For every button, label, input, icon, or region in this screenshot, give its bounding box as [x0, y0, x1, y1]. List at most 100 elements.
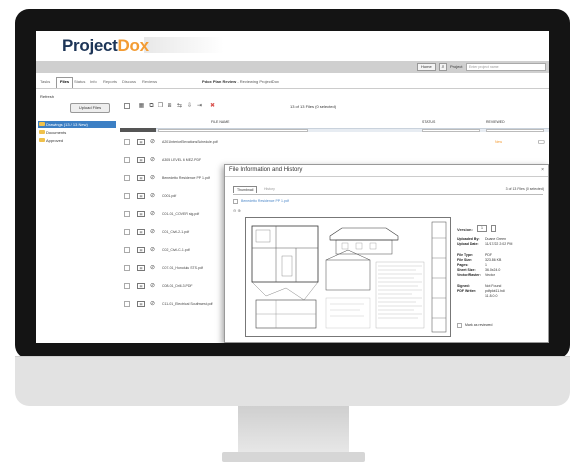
file-name[interactable]: C01_Civil-2-1.pdf — [162, 230, 189, 234]
copy-icon[interactable]: ⧉ — [148, 103, 155, 110]
thumbnail-icon[interactable]: ▤ — [137, 211, 145, 217]
file-name[interactable]: A305 LEVEL 6 MEZ.PDF — [162, 158, 201, 162]
meta-row: Vector/Raster: Vector — [457, 273, 495, 277]
filter-bar — [156, 128, 549, 132]
thumbnail-icon[interactable]: ▤ — [137, 139, 145, 145]
row-checkbox[interactable] — [124, 211, 130, 217]
upload-files-button[interactable]: Upload Files — [70, 103, 110, 113]
file-name[interactable]: C01-01_COVER sig.pdf — [162, 212, 199, 216]
monitor-base — [222, 452, 365, 462]
reviewed-filter[interactable] — [486, 129, 544, 132]
thumbnail-view-icon[interactable]: ▦ — [138, 103, 145, 110]
paperclip-icon[interactable]: ⊘ — [150, 174, 155, 181]
stack-icon[interactable]: ⧈ — [166, 103, 173, 110]
thumbnail-icon[interactable]: ▤ — [137, 157, 145, 163]
status-filter[interactable] — [422, 129, 480, 132]
monitor-chin — [15, 356, 570, 406]
close-icon[interactable]: × — [541, 167, 544, 173]
floorplan-image — [246, 218, 450, 336]
table-row[interactable]: ▤ ⊘ A201InteriorElevationsSchedule.pdf N… — [120, 134, 549, 152]
zoom-controls-icon[interactable]: ⊖ ⊕ — [233, 208, 241, 213]
refresh-link[interactable]: Refresh — [40, 94, 54, 99]
row-checkbox[interactable] — [124, 175, 130, 181]
row-checkbox[interactable] — [124, 283, 130, 289]
mark-reviewed-label: Mark as reviewed — [465, 323, 493, 327]
row-checkbox[interactable] — [124, 247, 130, 253]
paperclip-icon[interactable]: ⊘ — [150, 246, 155, 253]
paperclip-icon[interactable]: ⊘ — [150, 192, 155, 199]
modal-file-link[interactable]: Benedetto Residence PP 1.pdf — [241, 199, 289, 203]
row-checkbox[interactable] — [124, 301, 130, 307]
download-icon[interactable]: ⇩ — [186, 103, 193, 110]
tab-history[interactable]: History — [261, 186, 278, 192]
document-icon[interactable] — [491, 225, 496, 232]
row-checkbox[interactable] — [124, 229, 130, 235]
version-select[interactable]: 1 — [477, 225, 487, 232]
thumbnail-icon[interactable]: ▤ — [137, 301, 145, 307]
drawing-thumbnail[interactable] — [245, 217, 451, 337]
tab-tasks[interactable]: Tasks — [40, 79, 50, 84]
file-name[interactable]: C11-01_Electrical Southwest.pdf — [162, 302, 213, 306]
file-checkbox[interactable] — [233, 199, 238, 204]
paperclip-icon[interactable]: ⊘ — [150, 138, 155, 145]
thumbnail-icon[interactable]: ▤ — [137, 175, 145, 181]
thumbnail-icon[interactable]: ▤ — [137, 283, 145, 289]
tab-reviews[interactable]: Reviews — [142, 79, 157, 84]
modal-title: File Information and History — [229, 167, 303, 173]
tab-reports[interactable]: Reports — [103, 79, 117, 84]
modal-file-count: 3 of 13 Files (0 selected) — [505, 187, 544, 191]
folder-documents[interactable]: Documents — [38, 129, 116, 136]
meta-row: Upload Date: 11/17/22 2:02 PM — [457, 242, 513, 246]
column-reviewed[interactable]: REVIEWED — [486, 120, 505, 127]
row-checkbox[interactable] — [124, 139, 130, 145]
row-checkbox[interactable] — [124, 193, 130, 199]
delete-icon[interactable]: ✖ — [209, 103, 216, 110]
column-status[interactable]: STATUS — [422, 120, 435, 127]
file-name[interactable]: A201InteriorElevationsSchedule.pdf — [162, 140, 218, 144]
search-icon[interactable]: ⌕ — [439, 63, 447, 71]
file-name[interactable]: C02_Civil-C-1.pdf — [162, 248, 190, 252]
home-button[interactable]: Home — [417, 63, 436, 71]
tab-discuss[interactable]: Discuss — [122, 79, 136, 84]
folder-icon — [39, 130, 45, 134]
file-info-modal: File Information and History × Thumbnail… — [224, 164, 549, 343]
folder-icon — [39, 138, 45, 142]
file-count: 13 of 13 Files (0 selected) — [290, 104, 337, 109]
thumbnail-icon[interactable]: ▤ — [137, 247, 145, 253]
filter-bar-left — [120, 128, 156, 132]
tab-thumbnail[interactable]: Thumbnail — [233, 186, 258, 193]
paperclip-icon[interactable]: ⊘ — [150, 264, 155, 271]
paperclip-icon[interactable]: ⊘ — [150, 156, 155, 163]
file-name-filter[interactable] — [158, 129, 308, 132]
mark-reviewed-checkbox[interactable] — [457, 323, 462, 328]
thumbnail-icon[interactable]: ▤ — [137, 229, 145, 235]
thumbnail-icon[interactable]: ▤ — [137, 193, 145, 199]
comment-icon[interactable]: ▭ — [537, 137, 545, 146]
tab-status[interactable]: Status — [74, 79, 85, 84]
paperclip-icon[interactable]: ⊘ — [150, 210, 155, 217]
file-name[interactable]: C08-01_Drill-3.PDF — [162, 284, 193, 288]
column-file-name[interactable]: FILE NAME — [211, 120, 229, 127]
row-checkbox[interactable] — [124, 157, 130, 163]
tab-files[interactable]: Files — [56, 77, 74, 88]
tab-info[interactable]: Info — [90, 79, 97, 84]
layers-icon[interactable]: ❐ — [157, 103, 164, 110]
header-decor — [144, 37, 224, 53]
folder-approved[interactable]: Approved — [38, 137, 116, 144]
thumbnail-icon[interactable]: ▤ — [137, 265, 145, 271]
row-checkbox[interactable] — [124, 265, 130, 271]
compare-icon[interactable]: ⇆ — [176, 103, 183, 110]
file-name[interactable]: Benedetto Residence PP 1.pdf — [162, 176, 210, 180]
file-name[interactable]: C07-01_Honolulu STS.pdf — [162, 266, 203, 270]
paperclip-icon[interactable]: ⊘ — [150, 228, 155, 235]
meta-row: Uploaded By: Duane Green — [457, 237, 507, 241]
select-all-checkbox[interactable] — [124, 103, 130, 109]
screen: ProjectDox Home ⌕ Project Enter project … — [36, 31, 549, 343]
meta-row: File Type: PDF — [457, 253, 492, 257]
paperclip-icon[interactable]: ⊘ — [150, 282, 155, 289]
paperclip-icon[interactable]: ⊘ — [150, 300, 155, 307]
export-icon[interactable]: ⇥ — [196, 103, 203, 110]
folder-drawings[interactable]: Drawings (13 / 13 New) — [38, 121, 116, 128]
file-name[interactable]: C001.pdf — [162, 194, 176, 198]
project-search-input[interactable]: Enter project name — [466, 63, 546, 71]
